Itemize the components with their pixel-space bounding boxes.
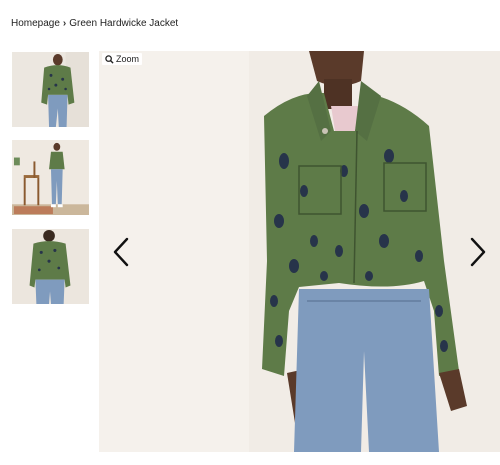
thumbnail-back-view[interactable]	[11, 228, 90, 305]
chevron-left-icon	[113, 237, 129, 267]
zoom-button[interactable]: Zoom	[102, 53, 143, 65]
breadcrumb-current: Green Hardwicke Jacket	[69, 18, 179, 29]
breadcrumb: Homepage › Green Hardwicke Jacket	[11, 18, 178, 29]
thumbnail-full-length-view[interactable]	[11, 139, 90, 216]
zoom-label: Zoom	[116, 54, 140, 64]
thumbnail-front-view[interactable]	[11, 51, 90, 128]
chevron-right-icon	[470, 237, 486, 267]
chevron-right-icon: ›	[62, 18, 67, 29]
thumbnail-back-image	[12, 229, 89, 304]
thumbnail-front-image	[12, 52, 89, 127]
previous-image-button[interactable]	[110, 236, 132, 268]
next-image-button[interactable]	[467, 236, 489, 268]
magnifier-icon	[105, 54, 114, 64]
breadcrumb-home-link[interactable]: Homepage	[11, 18, 60, 29]
main-product-image[interactable]: Zoom	[99, 51, 500, 452]
thumbnail-full-length-image	[12, 140, 89, 215]
main-product-photo	[99, 51, 500, 452]
